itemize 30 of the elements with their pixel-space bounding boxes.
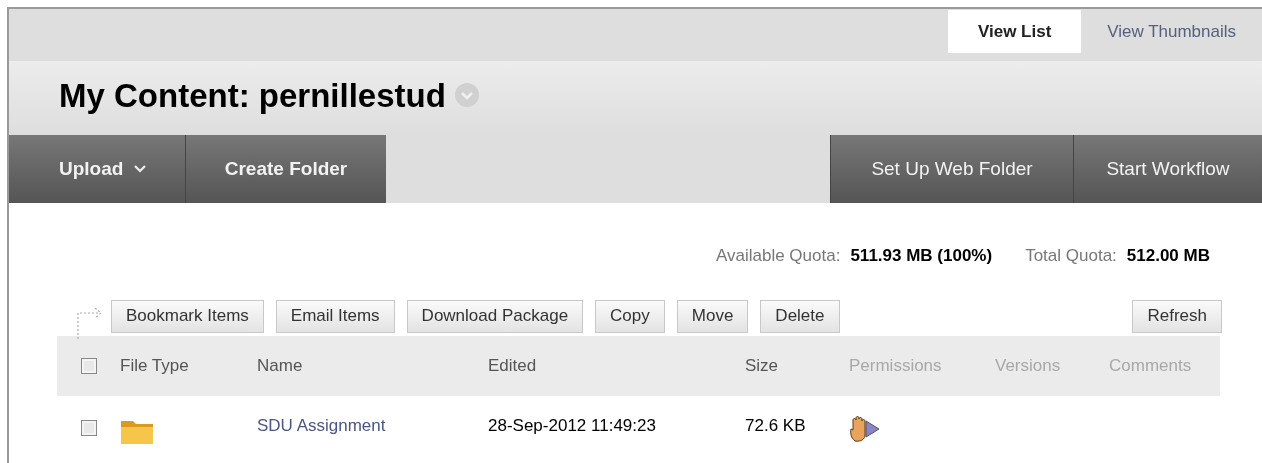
toolbar-button[interactable]: Copy <box>595 299 665 333</box>
action-button[interactable]: Set Up Web Folder <box>830 135 1073 203</box>
quota-value: 511.93 MB (100%) <box>850 245 993 268</box>
column-header: Permissions <box>849 356 942 376</box>
quota-value: 512.00 MB <box>1126 245 1210 268</box>
file-link[interactable]: SDU Assignment <box>257 416 386 436</box>
checkbox[interactable] <box>80 420 97 436</box>
checkbox[interactable] <box>80 358 97 374</box>
toolbar-button[interactable]: Delete <box>760 299 840 333</box>
toolbar-button[interactable]: Download Package <box>406 299 584 333</box>
page-title: My Content: pernillestud <box>59 78 446 112</box>
create-folder-button[interactable]: Create Folder <box>186 135 386 203</box>
toolbar-button[interactable]: Bookmark Items <box>111 299 264 333</box>
toolbar-button[interactable]: Email Items <box>275 299 395 333</box>
column-header[interactable]: Name <box>257 356 303 376</box>
action-button[interactable]: Start Workflow <box>1073 135 1262 203</box>
column-header[interactable]: File Type <box>120 356 189 376</box>
table-cell: 28-Sep-2012 11:49:23 <box>488 416 656 436</box>
quota-label: Total Quota: <box>1025 245 1117 268</box>
column-header[interactable]: Edited <box>488 356 537 376</box>
toolbar-button[interactable]: Move <box>676 299 749 333</box>
column-header[interactable]: Size <box>745 356 779 376</box>
view-tab[interactable]: View List <box>948 10 1082 53</box>
quota-label: Available Quota: <box>715 245 841 268</box>
upload-button[interactable]: Upload <box>9 135 186 203</box>
column-header: Comments <box>1109 356 1192 376</box>
table-cell: 72.6 KB <box>745 416 806 436</box>
refresh-button[interactable]: Refresh <box>1132 299 1222 333</box>
view-tab[interactable]: View Thumbnails <box>1081 10 1262 53</box>
column-header: Versions <box>995 356 1061 376</box>
